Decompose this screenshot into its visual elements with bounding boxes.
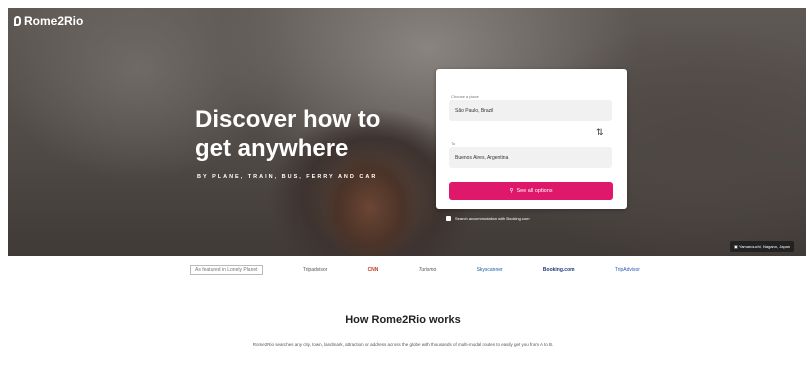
partner-logo: TripAdvisor xyxy=(614,267,640,273)
to-input[interactable]: Buenos Aires, Argentina xyxy=(449,147,612,168)
partner-logos: As featured in Lonely Planet Tripadvisor… xyxy=(190,264,640,276)
hero-subheadline: BY PLANE, TRAIN, BUS, FERRY AND CAR xyxy=(197,174,378,180)
to-label: To xyxy=(451,141,456,146)
rome2rio-logo[interactable]: Rome2Rio xyxy=(14,14,83,28)
location-pin-icon xyxy=(14,16,21,26)
hero-headline: Discover how to get anywhere xyxy=(195,106,381,162)
partner-logo: Booking.com xyxy=(542,267,575,273)
swap-icon[interactable]: ⇅ xyxy=(596,127,604,138)
partner-logo: CNN xyxy=(367,267,379,273)
partner-logo: Turismo xyxy=(418,267,437,273)
search-card: Choose a place São Paulo, Brazil ⇅ To Bu… xyxy=(436,69,627,209)
accommodation-checkbox[interactable] xyxy=(446,216,451,221)
photo-credit[interactable]: ▣ Yamanouchi, Nagano, Japan xyxy=(730,241,795,252)
camera-icon: ▣ xyxy=(734,244,738,249)
from-label: Choose a place xyxy=(451,94,479,99)
partner-logo: Tripadvisor xyxy=(302,267,328,273)
search-icon: ⚲ xyxy=(509,188,514,194)
brand-name: Rome2Rio xyxy=(24,14,84,28)
accommodation-option[interactable]: Search accommodation with Booking.com xyxy=(446,216,529,221)
see-all-options-button[interactable]: ⚲ See all options xyxy=(449,182,613,200)
from-input[interactable]: São Paulo, Brazil xyxy=(449,100,612,121)
how-it-works-title: How Rome2Rio works xyxy=(345,314,461,326)
hero-banner: Rome2Rio Discover how to get anywhere BY… xyxy=(8,8,806,256)
how-it-works-description: Rome2Rio searches any city, town, landma… xyxy=(252,342,554,347)
partner-logo: Skyscanner xyxy=(476,267,503,273)
see-all-options-label: See all options xyxy=(516,188,553,194)
photo-credit-text: Yamanouchi, Nagano, Japan xyxy=(738,244,791,249)
partner-logo: As featured in Lonely Planet xyxy=(190,265,263,275)
accommodation-label: Search accommodation with Booking.com xyxy=(455,216,530,221)
